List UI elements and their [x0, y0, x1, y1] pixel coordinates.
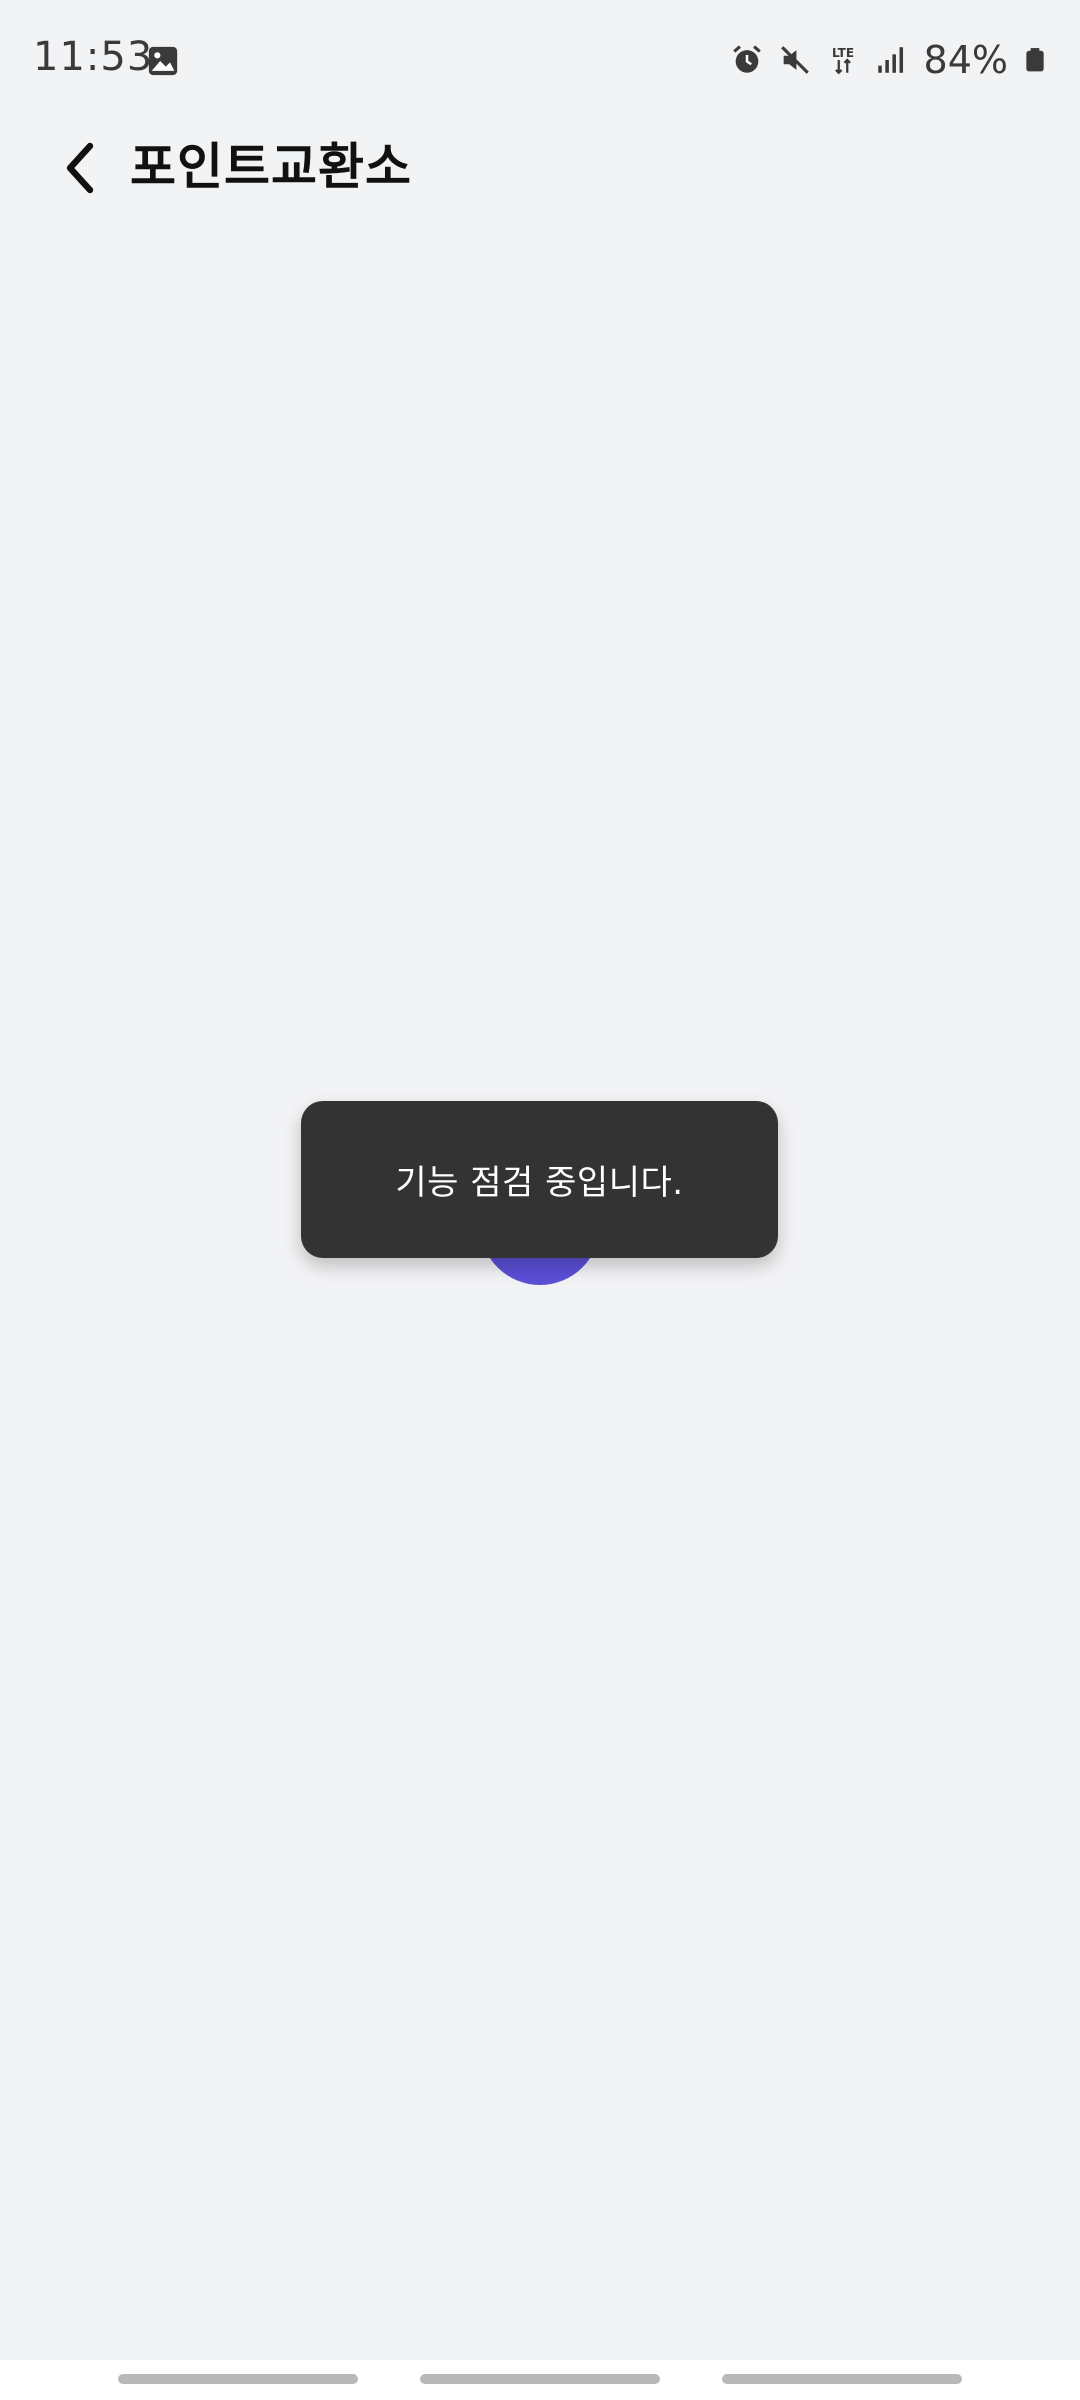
toast-message: 기능 점검 중입니다. — [301, 1101, 778, 1258]
chevron-left-icon — [66, 142, 94, 194]
lte-icon: LTE — [831, 46, 854, 75]
page-title: 포인트교환소 — [130, 138, 412, 196]
home-button[interactable] — [420, 2374, 660, 2384]
battery-level: 84% — [923, 38, 1008, 82]
status-icons: LTE 84% — [730, 38, 1048, 82]
signal-icon — [877, 47, 903, 73]
back-button[interactable] — [50, 128, 110, 208]
app-header: 포인트교환소 — [0, 120, 1080, 270]
mute-icon — [780, 46, 809, 74]
alarm-icon — [732, 45, 761, 73]
gallery-icon — [148, 46, 178, 76]
back-nav-button[interactable] — [722, 2374, 962, 2384]
status-bar: 11:53 LTE 84% — [0, 0, 1080, 120]
svg-text:LTE: LTE — [831, 46, 853, 60]
recents-button[interactable] — [118, 2374, 358, 2384]
battery-icon — [1026, 48, 1044, 72]
toast-text: 기능 점검 중입니다. — [395, 1163, 684, 1203]
status-time: 11:53 — [33, 34, 154, 80]
